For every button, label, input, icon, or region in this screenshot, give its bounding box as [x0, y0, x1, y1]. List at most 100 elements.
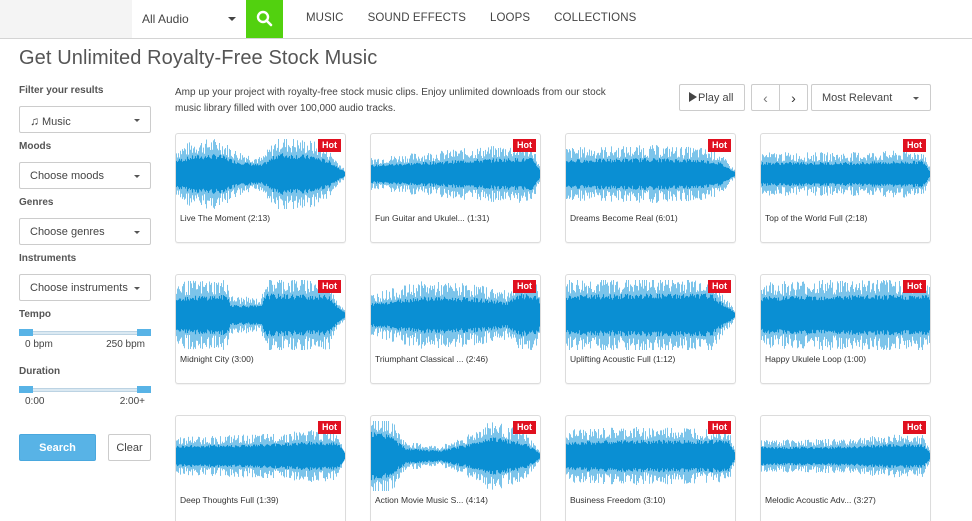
filter-sidebar: Filter your results ♫ Music Moods Choose …: [19, 85, 151, 461]
chevron-down-icon: [134, 231, 140, 234]
chevron-down-icon: [228, 17, 236, 21]
intro-text: Amp up your project with royalty-free st…: [175, 87, 606, 114]
chevron-left-icon: ‹: [763, 90, 768, 106]
tempo-max-handle[interactable]: [137, 329, 151, 336]
duration-min-label: 0:00: [25, 396, 45, 407]
instruments-label: Instruments: [19, 253, 77, 264]
track-title[interactable]: Business Freedom (3:10): [570, 495, 665, 505]
duration-label: Duration: [19, 366, 61, 377]
track-title[interactable]: Top of the World Full (2:18): [765, 213, 867, 223]
duration-min-handle[interactable]: [19, 386, 33, 393]
nav-collections[interactable]: COLLECTIONS: [554, 0, 636, 38]
hot-badge: Hot: [318, 139, 341, 152]
tempo-min-label: 0 bpm: [25, 339, 53, 350]
track-card[interactable]: Hot Deep Thoughts Full (1:39): [175, 415, 346, 521]
tempo-slider[interactable]: [19, 329, 151, 337]
track-title[interactable]: Action Movie Music S... (4:14): [375, 495, 488, 505]
previous-page-button[interactable]: ‹: [751, 84, 780, 111]
nav-music[interactable]: MUSIC: [306, 0, 344, 38]
duration-max-handle[interactable]: [137, 386, 151, 393]
hot-badge: Hot: [903, 421, 926, 434]
duration-slider-track: [19, 388, 151, 392]
nav-sound-effects[interactable]: SOUND EFFECTS: [368, 0, 466, 38]
nav-loops[interactable]: LOOPS: [490, 0, 530, 38]
hot-badge: Hot: [513, 280, 536, 293]
tempo-label: Tempo: [19, 309, 52, 320]
instruments-select[interactable]: Choose instruments: [19, 274, 151, 301]
track-card[interactable]: Hot Business Freedom (3:10): [565, 415, 736, 521]
hot-badge: Hot: [708, 280, 731, 293]
track-card[interactable]: Hot Triumphant Classical ... (2:46): [370, 274, 541, 384]
chevron-down-icon: [134, 175, 140, 178]
sort-select[interactable]: Most Relevant: [811, 84, 931, 111]
hot-badge: Hot: [513, 421, 536, 434]
waveform-body: [566, 293, 735, 337]
track-title[interactable]: Dreams Become Real (6:01): [570, 213, 678, 223]
track-title[interactable]: Midnight City (3:00): [180, 354, 254, 364]
genres-value: Choose genres: [30, 226, 105, 238]
music-note-icon: ♫: [30, 114, 39, 128]
track-card[interactable]: Hot Happy Ukulele Loop (1:00): [760, 274, 931, 384]
hot-badge: Hot: [513, 139, 536, 152]
audio-type-select[interactable]: All Audio: [132, 0, 246, 38]
category-value: Music: [42, 116, 71, 128]
hot-badge: Hot: [318, 280, 341, 293]
play-all-label: Play all: [698, 92, 734, 104]
play-all-button[interactable]: Play all: [679, 84, 745, 111]
search-button[interactable]: [246, 0, 283, 38]
page-title: Get Unlimited Royalty-Free Stock Music: [19, 47, 378, 69]
track-title[interactable]: Triumphant Classical ... (2:46): [375, 354, 488, 364]
audio-type-value: All Audio: [142, 12, 189, 26]
moods-label: Moods: [19, 141, 52, 152]
track-card[interactable]: Hot Fun Guitar and Ukulel... (1:31): [370, 133, 541, 243]
track-card[interactable]: Hot Action Movie Music S... (4:14): [370, 415, 541, 521]
sort-value: Most Relevant: [822, 92, 893, 104]
track-title[interactable]: Melodic Acoustic Adv... (3:27): [765, 495, 876, 505]
moods-value: Choose moods: [30, 170, 104, 182]
tempo-range-labels: 0 bpm 250 bpm: [19, 339, 151, 355]
track-card[interactable]: Hot Midnight City (3:00): [175, 274, 346, 384]
track-card[interactable]: Hot Melodic Acoustic Adv... (3:27): [760, 415, 931, 521]
genres-label: Genres: [19, 197, 54, 208]
logo-area: [0, 0, 132, 38]
moods-select[interactable]: Choose moods: [19, 162, 151, 189]
main-nav: MUSIC SOUND EFFECTS LOOPS COLLECTIONS: [306, 0, 660, 38]
track-card[interactable]: Hot Uplifting Acoustic Full (1:12): [565, 274, 736, 384]
track-title[interactable]: Deep Thoughts Full (1:39): [180, 495, 279, 505]
waveform-body: [761, 294, 930, 336]
track-title[interactable]: Uplifting Acoustic Full (1:12): [570, 354, 675, 364]
hot-badge: Hot: [903, 280, 926, 293]
track-title[interactable]: Happy Ukulele Loop (1:00): [765, 354, 866, 364]
hot-badge: Hot: [708, 139, 731, 152]
hot-badge: Hot: [903, 139, 926, 152]
track-card[interactable]: Hot Dreams Become Real (6:01): [565, 133, 736, 243]
search-icon: [256, 10, 273, 27]
chevron-right-icon: ›: [791, 90, 796, 106]
hot-badge: Hot: [708, 421, 731, 434]
track-title[interactable]: Fun Guitar and Ukulel... (1:31): [375, 213, 489, 223]
clear-filters-button[interactable]: Clear: [108, 434, 151, 461]
track-title[interactable]: Live The Moment (2:13): [180, 213, 270, 223]
search-filters-button[interactable]: Search: [19, 434, 96, 461]
instruments-value: Choose instruments: [30, 282, 128, 294]
hot-badge: Hot: [318, 421, 341, 434]
chevron-down-icon: [913, 97, 919, 100]
duration-slider[interactable]: [19, 386, 151, 394]
play-icon: [689, 92, 697, 102]
top-navigation-bar: All Audio MUSIC SOUND EFFECTS LOOPS COLL…: [0, 0, 972, 39]
waveform-body: [761, 160, 930, 188]
next-page-button[interactable]: ›: [779, 84, 808, 111]
tempo-min-handle[interactable]: [19, 329, 33, 336]
category-select[interactable]: ♫ Music: [19, 106, 151, 133]
duration-max-label: 2:00+: [119, 396, 145, 407]
tempo-max-label: 250 bpm: [106, 339, 145, 350]
genres-select[interactable]: Choose genres: [19, 218, 151, 245]
duration-range-labels: 0:00 2:00+: [19, 396, 151, 412]
track-card[interactable]: Hot Top of the World Full (2:18): [760, 133, 931, 243]
tempo-slider-track: [19, 331, 151, 335]
chevron-down-icon: [134, 287, 140, 290]
chevron-down-icon: [134, 119, 140, 122]
track-card[interactable]: Hot Live The Moment (2:13): [175, 133, 346, 243]
filter-label: Filter your results: [19, 85, 104, 96]
filter-actions: Search Clear: [19, 434, 151, 461]
